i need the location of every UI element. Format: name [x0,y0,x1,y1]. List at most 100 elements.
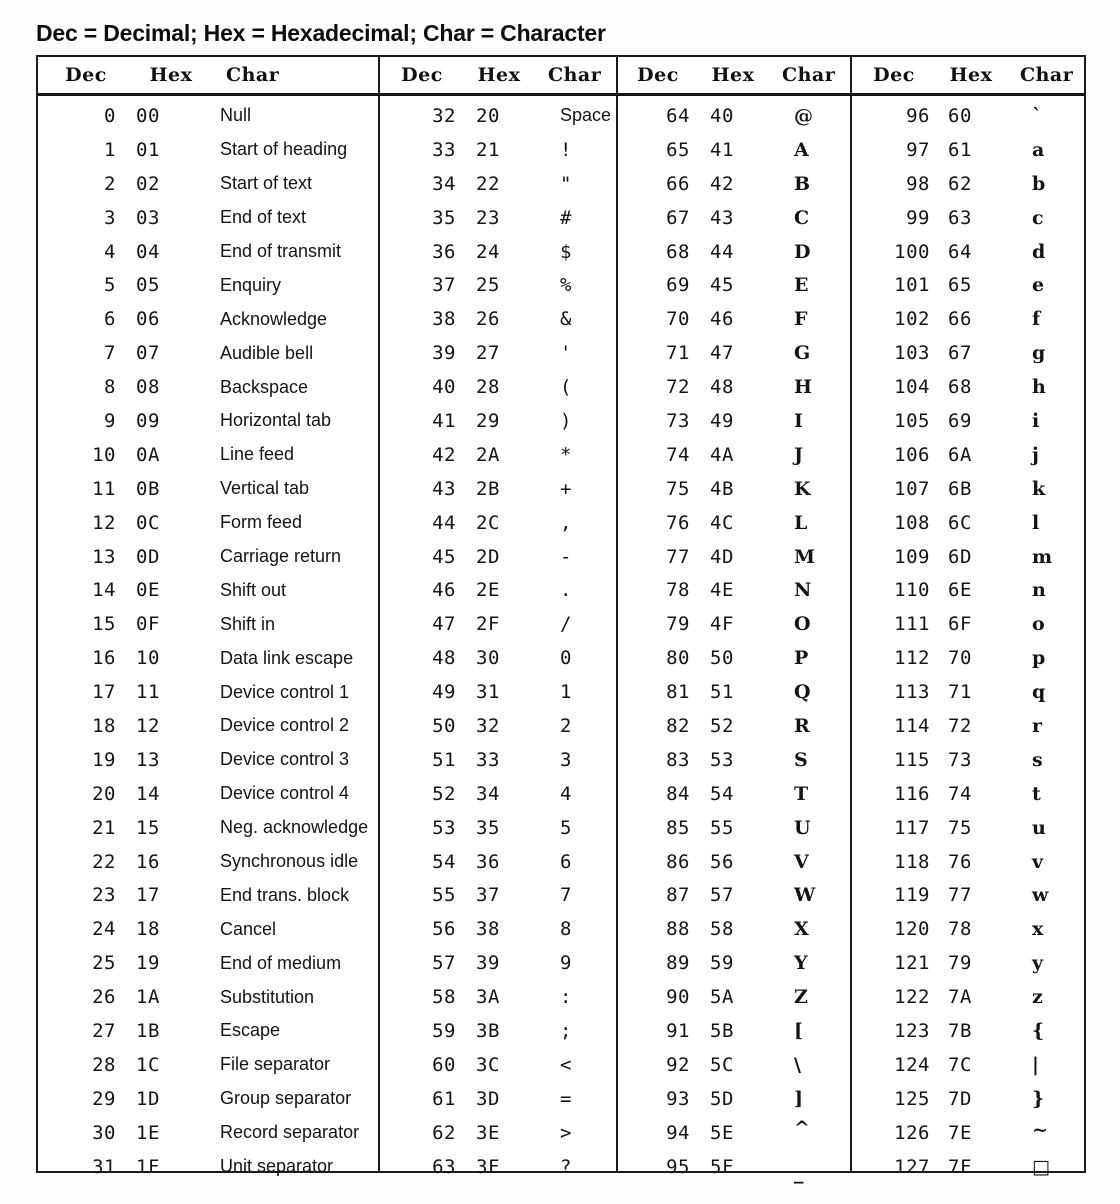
cell-dec: 10 [92,443,116,466]
cell-hex: 70 [948,647,972,670]
cell-dec: 56 [432,918,456,941]
cell-char: 7 [560,884,572,907]
cell-dec: 61 [432,1087,456,1110]
cell-dec: 36 [432,240,456,263]
cell-dec: 23 [92,884,116,907]
cell-dec: 81 [666,681,690,704]
cell-hex: 7A [948,986,972,1009]
cell-char: Data link escape [220,647,354,668]
cell-dec: 109 [894,545,930,568]
table-row: 8 08 Backspace [38,370,378,404]
cell-hex: 78 [948,918,972,941]
cell-dec: 58 [432,986,456,1009]
cell-char: Line feed [220,444,295,465]
cell-dec: 76 [666,511,690,534]
cell-dec: 107 [894,477,930,500]
cell-char: ? [560,1155,572,1178]
table-row: 4 04 End of transmit [38,235,378,269]
table-row: 53 35 5 [380,811,616,845]
cell-hex: 6E [948,579,972,602]
cell-dec: 11 [92,477,116,500]
cell-char: j [1032,443,1039,466]
cell-hex: 09 [136,409,160,432]
cell-char: ; [560,1019,572,1042]
cell-hex: 23 [476,206,500,229]
cell-dec: 39 [432,342,456,365]
cell-char: > [560,1121,572,1144]
table-row: 77 4D M [618,540,850,574]
table-row: 90 5A Z [618,980,850,1014]
cell-hex: 41 [710,138,734,161]
table-row: 9 09 Horizontal tab [38,404,378,438]
cell-hex: 2C [476,511,500,534]
cell-hex: 75 [948,816,972,839]
cell-hex: 52 [710,714,734,737]
table-row: 107 6B k [852,472,1084,506]
table-row: 40 28 ( [380,370,616,404]
table-row: 71 47 G [618,336,850,370]
cell-char: M [794,545,816,568]
cell-dec: 117 [894,816,930,839]
table-row: 109 6D m [852,540,1084,574]
cell-dec: 91 [666,1019,690,1042]
cell-char: Group separator [220,1088,352,1109]
cell-dec: 27 [92,1019,116,1042]
cell-hex: 60 [948,104,972,127]
cell-hex: 55 [710,816,734,839]
cell-dec: 84 [666,782,690,805]
cell-hex: 72 [948,714,972,737]
cell-dec: 33 [432,138,456,161]
table-row: 70 46 F [618,302,850,336]
cell-hex: 44 [710,240,734,263]
cell-hex: 26 [476,308,500,331]
cell-dec: 65 [666,138,690,161]
cell-char: < [560,1053,572,1076]
cell-char: L [794,511,808,534]
cell-dec: 8 [104,376,116,399]
table-row: 49 31 1 [380,675,616,709]
cell-hex: 20 [476,104,500,127]
cell-char: Y [794,952,808,975]
cell-hex: 63 [948,206,972,229]
table-row: 105 69 i [852,404,1084,438]
header-cell-char: Char [548,64,602,86]
cell-dec: 118 [894,850,930,873]
cell-dec: 95 [666,1155,690,1178]
cell-hex: 4C [710,511,734,534]
cell-hex: 1C [136,1053,160,1076]
page-title: Dec = Decimal; Hex = Hexadecimal; Char =… [36,20,606,46]
cell-hex: 35 [476,816,500,839]
column-headers: Dec Hex Char [852,57,1084,93]
table-row: 23 17 End trans. block [38,878,378,912]
cell-dec: 86 [666,850,690,873]
table-row: 123 7B { [852,1014,1084,1048]
cell-dec: 19 [92,748,116,771]
cell-hex: 71 [948,681,972,704]
cell-hex: 4F [710,613,734,636]
cell-dec: 17 [92,681,116,704]
cell-hex: 29 [476,409,500,432]
cell-dec: 68 [666,240,690,263]
cell-hex: 7D [948,1087,972,1110]
table-row: 115 73 s [852,743,1084,777]
table-row: 25 19 End of medium [38,946,378,980]
cell-char: □ [1032,1155,1050,1178]
table-row: 62 3E > [380,1116,616,1150]
cell-char: H [794,376,812,399]
cell-dec: 105 [894,409,930,432]
cell-dec: 104 [894,376,930,399]
cell-dec: 73 [666,409,690,432]
cell-dec: 113 [894,681,930,704]
table-row: 97 61 a [852,133,1084,167]
table-row: 93 5D] [618,1082,850,1116]
cell-char: D [794,240,811,263]
table-row: 91 5B [ [618,1014,850,1048]
table-row: 15 0F Shift in [38,607,378,641]
cell-hex: 6D [948,545,972,568]
cell-dec: 69 [666,274,690,297]
cell-char: : [560,986,572,1009]
table-row: 87 57 W [618,878,850,912]
cell-hex: 6A [948,443,972,466]
cell-char: G [794,342,811,365]
cell-dec: 115 [894,748,930,771]
